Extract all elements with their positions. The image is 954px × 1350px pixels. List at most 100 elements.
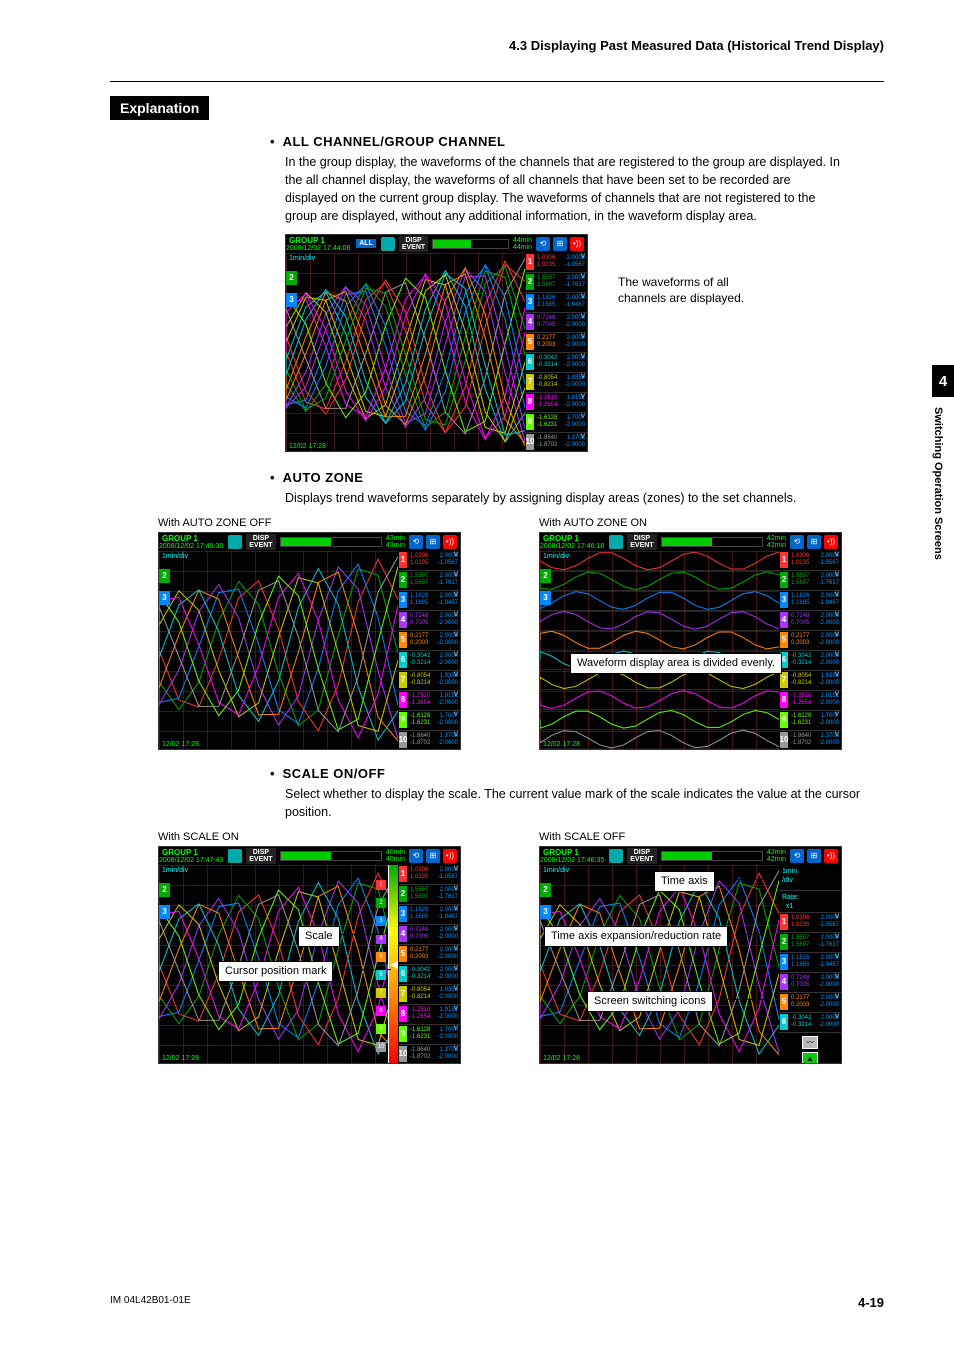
channel-row: 4V0.72482.00000.7005-2.0000	[779, 611, 841, 631]
channel-row: 5V0.21772.00000.2003-2.0000	[779, 631, 841, 651]
alarm-icon[interactable]: •))	[443, 535, 457, 549]
channel-row: 8V-1.25101.9151-1.2654-2.0000	[779, 691, 841, 711]
channel-info-sidebar: 1V1.03062.00001.0235-1.05672V1.55972.000…	[398, 551, 460, 749]
channel-row: 2V1.55972.00001.5697-1.7617	[525, 273, 587, 293]
channel-row: 10V-1.86401.3703-1.8702-2.0000	[398, 1045, 460, 1064]
chapter-side-tab: 4 Switching Operation Screens	[932, 365, 954, 560]
callout-scale: Scale	[298, 926, 340, 947]
folder-icon[interactable]	[381, 237, 395, 251]
grid-icon[interactable]: ⊞	[807, 849, 821, 863]
channel-row: 3V1.18262.00001.1685-1.9467	[779, 953, 841, 973]
channel-row: 3V1.18262.00001.1685-1.9467	[398, 591, 460, 611]
refresh-icon[interactable]: ⟲	[409, 849, 423, 863]
section-3-heading-row: • SCALE ON/OFF	[270, 766, 884, 781]
channel-info-sidebar: 1V1.03062.00001.0235-1.05672V1.55972.000…	[779, 551, 841, 749]
channel-row: 1V1.03062.00001.0235-1.0567	[779, 913, 841, 933]
alarm-icon[interactable]: •))	[824, 535, 838, 549]
channel-row: 5V0.21772.00000.2003-2.0000	[779, 993, 841, 1013]
bullet-icon: •	[270, 134, 275, 149]
switch-icon-1[interactable]: ▲	[802, 1052, 818, 1064]
screen-switching-icons: 〰▲〰▼⬍	[779, 1033, 841, 1064]
bullet-icon: •	[270, 766, 275, 781]
progress-bar	[280, 851, 382, 861]
callout-cursor-mark: Cursor position mark	[218, 961, 333, 982]
channel-row: 3V1.18262.00001.1685-1.9467	[525, 293, 587, 313]
callout-autozone: Waveform display area is divided evenly.	[570, 653, 782, 674]
page-number: 4-19	[858, 1295, 884, 1310]
callout-rate: Time axis expansion/reduction rate	[544, 926, 728, 947]
folder-icon[interactable]	[228, 535, 242, 549]
channel-row: 9V-1.61281.7007-1.6231-2.0000	[398, 711, 460, 731]
channel-row: 3V1.18262.00001.1685-1.9467	[398, 905, 460, 925]
alarm-icon[interactable]: •))	[824, 849, 838, 863]
screenshot-header: GROUP 12008/12/02 17:44:08ALLDISPEVENT44…	[286, 235, 587, 253]
alarm-icon[interactable]: •))	[443, 849, 457, 863]
section-3-heading: SCALE ON/OFF	[283, 766, 386, 781]
screenshot-autozone-on: GROUP 12008/12/02 17:46:18DISPEVENT42min…	[539, 532, 842, 750]
figure-1-note: The waveforms of all channels are displa…	[618, 274, 778, 308]
channel-info-sidebar: 1min/divRate: x11V1.03062.00001.0235-1.0…	[779, 865, 841, 1063]
caption-scale-off: With SCALE OFF	[539, 831, 884, 843]
channel-row: 1V1.03062.00001.0235-1.0567	[779, 551, 841, 571]
disp-event-button[interactable]: DISPEVENT	[627, 534, 656, 550]
refresh-icon[interactable]: ⟲	[409, 535, 423, 549]
section-header: 4.3 Displaying Past Measured Data (Histo…	[110, 38, 884, 82]
switch-icon-0[interactable]: 〰	[802, 1036, 818, 1049]
channel-row: 2V1.55972.00001.5697-1.7617	[779, 571, 841, 591]
channel-row: 8V-1.25101.9151-1.2654-2.0000	[525, 393, 587, 413]
channel-row: 7V-0.80541.9350-0.8214-2.0000	[779, 671, 841, 691]
channel-row: 1V1.03062.00001.0235-1.0567	[525, 253, 587, 273]
grid-icon[interactable]: ⊞	[426, 849, 440, 863]
progress-bar	[432, 239, 509, 249]
progress-bar	[280, 537, 382, 547]
figure-2-row: With AUTO ZONE OFF GROUP 12008/12/02 17:…	[158, 517, 884, 750]
grid-icon[interactable]: ⊞	[426, 535, 440, 549]
callout-time-axis: Time axis	[654, 871, 715, 892]
channel-row: 8V-1.25101.9151-1.2654-2.0000	[398, 1005, 460, 1025]
channel-info-sidebar: 1V1.03062.00001.0235-1.05672V1.55972.000…	[398, 865, 460, 1063]
section-2-heading: AUTO ZONE	[283, 470, 364, 485]
figure-1-container: GROUP 12008/12/02 17:44:08ALLDISPEVENT44…	[285, 234, 884, 452]
channel-row: 5V0.21772.00000.2003-2.0000	[525, 333, 587, 353]
progress-bar	[661, 537, 763, 547]
channel-row: 9V-1.61281.7007-1.6231-2.0000	[525, 413, 587, 433]
grid-icon[interactable]: ⊞	[553, 237, 567, 251]
bullet-icon: •	[270, 470, 275, 485]
channel-row: 10V-1.86401.3703-1.8702-2.0000	[779, 731, 841, 750]
refresh-icon[interactable]: ⟲	[790, 849, 804, 863]
disp-event-button[interactable]: DISPEVENT	[399, 236, 428, 252]
channel-row: 6V-0.30422.0000-0.3214-2.0000	[779, 1013, 841, 1033]
folder-icon[interactable]	[228, 849, 242, 863]
disp-event-button[interactable]: DISPEVENT	[627, 848, 656, 864]
channel-row: 9V-1.61281.7007-1.6231-2.0000	[779, 711, 841, 731]
channel-row: 4V0.72482.00000.7005-2.0000	[398, 925, 460, 945]
section-1-body: In the group display, the waveforms of t…	[285, 153, 845, 226]
section-1-heading-row: • ALL CHANNEL/GROUP CHANNEL	[270, 134, 884, 149]
folder-icon[interactable]	[609, 535, 623, 549]
section-2-heading-row: • AUTO ZONE	[270, 470, 884, 485]
channel-row: 6V-0.30422.0000-0.3214-2.0000	[398, 965, 460, 985]
section-2-body: Displays trend waveforms separately by a…	[285, 489, 845, 507]
alarm-icon[interactable]: •))	[570, 237, 584, 251]
grid-icon[interactable]: ⊞	[807, 535, 821, 549]
waveform-area: 1min/div12/02 17:28	[286, 253, 525, 451]
channel-info-sidebar: 1V1.03062.00001.0235-1.05672V1.55972.000…	[525, 253, 587, 451]
folder-icon[interactable]	[609, 849, 623, 863]
channel-row: 10V-1.86401.3703-1.8702-2.0000	[398, 731, 460, 750]
figure-3-row: With SCALE ON GROUP 12008/12/02 17:47:43…	[158, 831, 884, 1064]
channel-row: 4V0.72482.00000.7005-2.0000	[779, 973, 841, 993]
explanation-tag: Explanation	[110, 96, 209, 120]
channel-row: 4V0.72482.00000.7005-2.0000	[398, 611, 460, 631]
section-1-heading: ALL CHANNEL/GROUP CHANNEL	[283, 134, 506, 149]
waveform-area: 1min/div12/02 17:28	[540, 865, 779, 1063]
refresh-icon[interactable]: ⟲	[790, 535, 804, 549]
channel-row: 5V0.21772.00000.2003-2.0000	[398, 945, 460, 965]
cursor-position-mark	[390, 961, 398, 969]
screenshot-scale-on: GROUP 12008/12/02 17:47:43DISPEVENT40min…	[158, 846, 461, 1064]
refresh-icon[interactable]: ⟲	[536, 237, 550, 251]
disp-event-button[interactable]: DISPEVENT	[246, 534, 275, 550]
disp-event-button[interactable]: DISPEVENT	[246, 848, 275, 864]
waveform-area: 1min/div12/02 17:28	[159, 551, 398, 749]
screenshot-header: GROUP 12008/12/02 17:46:18DISPEVENT42min…	[540, 533, 841, 551]
channel-row: 8V-1.25101.9151-1.2654-2.0000	[398, 691, 460, 711]
